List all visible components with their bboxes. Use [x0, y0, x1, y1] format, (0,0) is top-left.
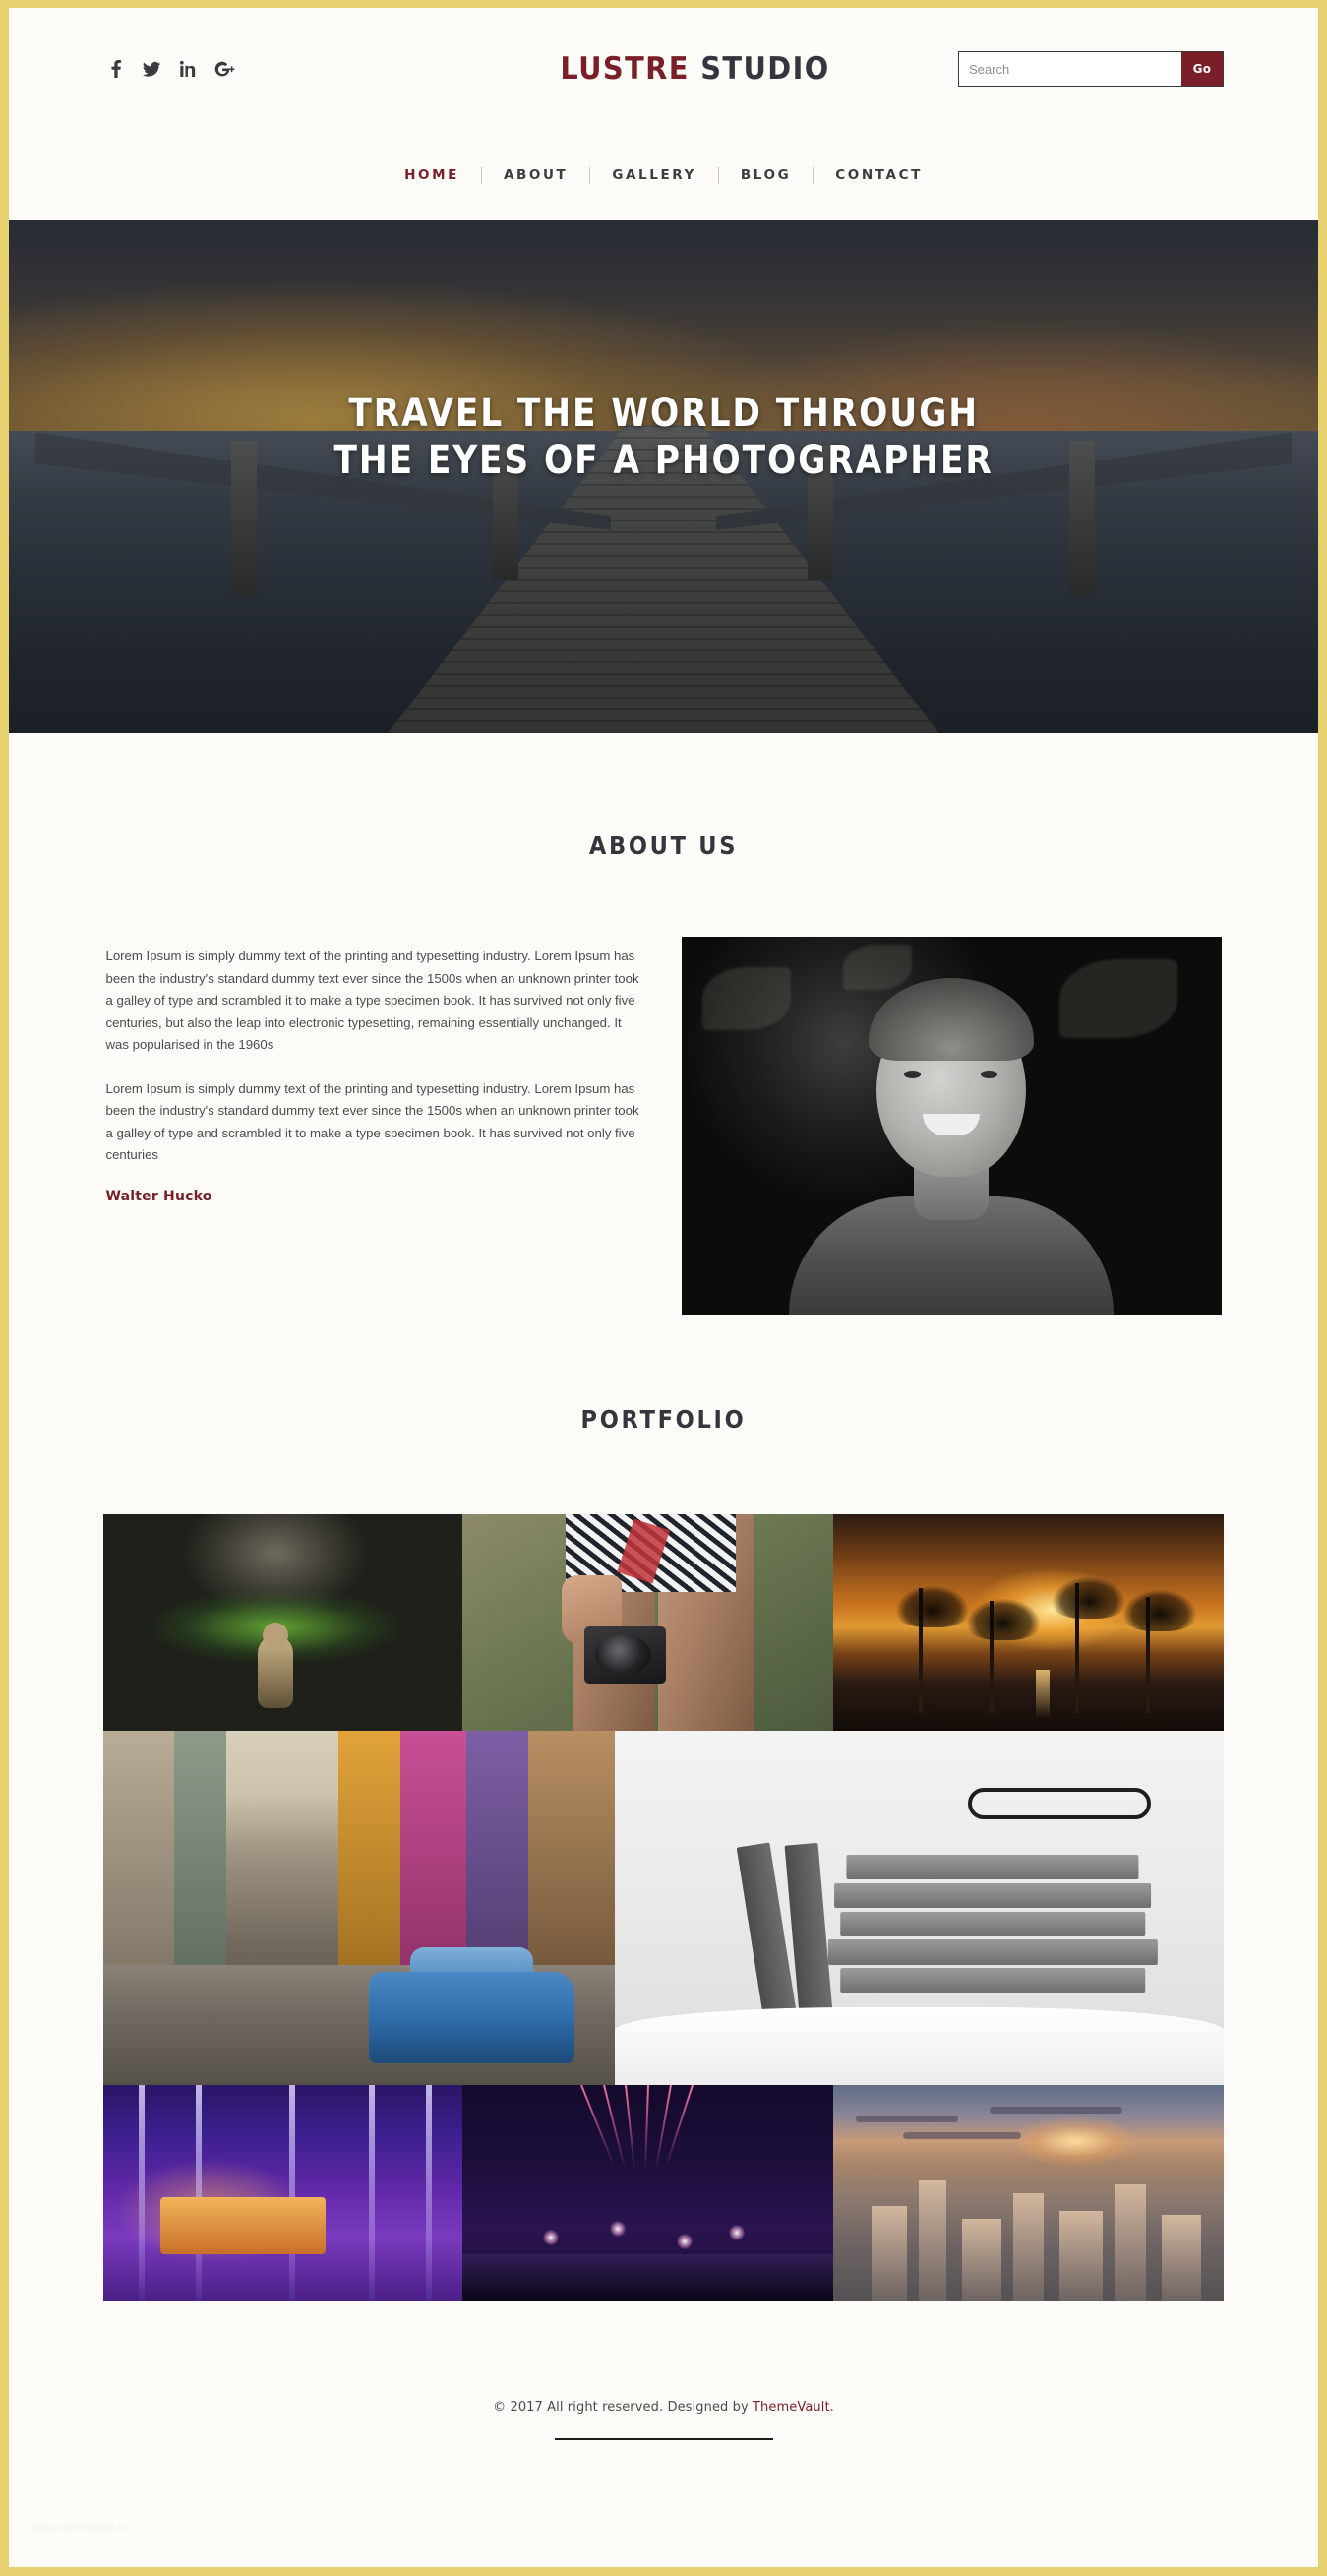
hero-headline-line1: TRAVEL THE WORLD THROUGH [348, 391, 979, 437]
about-signature: Walter Hucko [105, 1188, 212, 1204]
hero-caption: TRAVEL THE WORLD THROUGH THE EYES OF A P… [9, 220, 1318, 733]
nav-item-blog[interactable]: BLOG [719, 167, 813, 183]
footer-divider [554, 2438, 773, 2440]
about-section-title: ABOUT US [588, 831, 739, 860]
about-text-column: Lorem Ipsum is simply dummy text of the … [106, 937, 640, 1204]
portrait-eye-left [904, 1071, 922, 1078]
facebook-icon[interactable] [107, 59, 124, 79]
copyright-prefix: © 2017 All right reserved. Designed by [493, 2400, 754, 2415]
site-logo[interactable]: LUSTRE STUDIO [451, 51, 940, 87]
portfolio-grid [102, 1514, 1225, 2301]
portrait-eye-right [981, 1071, 998, 1078]
portfolio-thumbnail-lights [102, 2085, 462, 2301]
about-paragraph-2: Lorem Ipsum is simply dummy text of the … [105, 1080, 639, 1163]
search-go-button[interactable]: Go [1181, 52, 1223, 86]
portrait-subject [682, 937, 1222, 1315]
portfolio-row [102, 1731, 1225, 2085]
portfolio-thumbnail-havana [102, 1731, 616, 2085]
portfolio-item[interactable] [461, 1514, 833, 1731]
site-footer: © 2017 All right reserved. Designed by T… [9, 2301, 1318, 2513]
portfolio-thumbnail-books [615, 1731, 1225, 2085]
portfolio-item[interactable] [102, 2085, 462, 2301]
designer-link[interactable]: ThemeVault [753, 2400, 830, 2415]
about-portrait-image [681, 937, 1222, 1315]
nav-item-home[interactable]: HOME [383, 167, 481, 183]
portfolio-row [102, 2085, 1225, 2301]
about-paragraph-1: Lorem Ipsum is simply dummy text of the … [105, 949, 639, 1052]
portfolio-thumbnail-nyc [832, 2085, 1225, 2301]
nav-link-gallery[interactable]: GALLERY [590, 167, 718, 183]
copyright-text: © 2017 All right reserved. Designed by T… [9, 2400, 1318, 2415]
portfolio-thumbnail-fireworks [461, 2085, 833, 2301]
portfolio-thumbnail-squirrel [102, 1514, 462, 1731]
portfolio-section-title: PORTFOLIO [580, 1405, 747, 1434]
logo-text-primary: LUSTRE [560, 51, 690, 87]
portfolio-section: PORTFOLIO [9, 1315, 1318, 2301]
portfolio-item[interactable] [615, 1731, 1225, 2085]
nav-item-about[interactable]: ABOUT [482, 167, 589, 183]
main-navigation[interactable]: HOME ABOUT GALLERY BLOG CONTACT [9, 130, 1318, 220]
search-form[interactable]: Go [958, 51, 1224, 87]
portfolio-item[interactable] [461, 2085, 833, 2301]
page-frame: LUSTRE STUDIO Go HOME ABOUT GALLERY BLOG [0, 0, 1327, 2576]
search-input[interactable] [959, 52, 1181, 86]
site-header: LUSTRE STUDIO Go [9, 8, 1318, 130]
portfolio-item[interactable] [832, 2085, 1225, 2301]
portfolio-item[interactable] [832, 1514, 1225, 1731]
nav-link-home[interactable]: HOME [383, 167, 481, 183]
nav-item-gallery[interactable]: GALLERY [590, 167, 718, 183]
portfolio-row [102, 1514, 1225, 1731]
nav-link-blog[interactable]: BLOG [719, 167, 813, 183]
about-section: ABOUT US Lorem Ipsum is simply dummy tex… [9, 733, 1318, 1315]
hero-headline-line2: THE EYES OF A PHOTOGRAPHER [333, 437, 994, 483]
social-links [107, 59, 432, 79]
portfolio-thumbnail-palms [832, 1514, 1225, 1731]
hero-headline: TRAVEL THE WORLD THROUGH THE EYES OF A P… [333, 391, 993, 483]
googleplus-icon[interactable] [214, 59, 236, 79]
twitter-icon[interactable] [142, 59, 161, 79]
page-watermark: www.lustrestudio.co [30, 2522, 131, 2534]
portfolio-thumbnail-camera [461, 1514, 833, 1731]
portrait-hair [869, 978, 1035, 1061]
linkedin-icon[interactable] [179, 59, 197, 79]
about-content: Lorem Ipsum is simply dummy text of the … [103, 937, 1225, 1315]
portfolio-item[interactable] [102, 1514, 462, 1731]
logo-text-secondary: STUDIO [700, 51, 830, 87]
nav-link-contact[interactable]: CONTACT [814, 167, 944, 183]
portfolio-item[interactable] [102, 1731, 616, 2085]
page-root: LUSTRE STUDIO Go HOME ABOUT GALLERY BLOG [9, 8, 1318, 2567]
nav-link-about[interactable]: ABOUT [482, 167, 589, 183]
copyright-suffix: . [829, 2400, 834, 2415]
nav-list: HOME ABOUT GALLERY BLOG CONTACT [383, 166, 944, 184]
hero-banner: TRAVEL THE WORLD THROUGH THE EYES OF A P… [9, 220, 1318, 733]
nav-item-contact[interactable]: CONTACT [814, 167, 944, 183]
